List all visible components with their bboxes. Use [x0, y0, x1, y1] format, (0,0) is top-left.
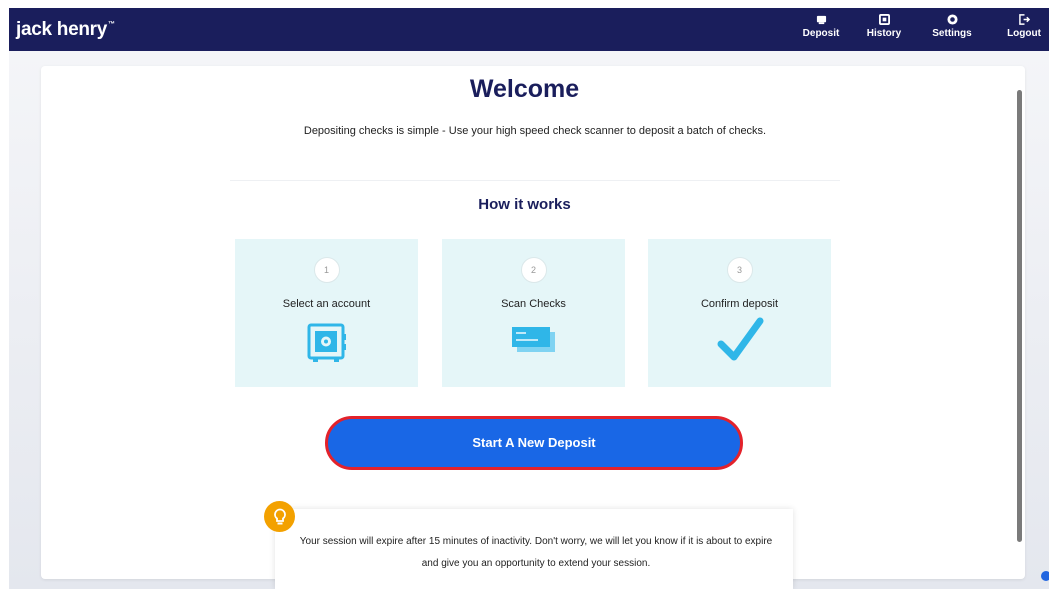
step-number: 3 — [726, 257, 753, 283]
brand-name: jack henry — [16, 19, 107, 40]
lightbulb-icon — [264, 501, 295, 532]
nav-history[interactable]: History — [858, 14, 910, 48]
logout-icon — [1018, 14, 1030, 25]
trademark-mark: ™ — [108, 21, 115, 28]
step-card-scan-checks: 2 Scan Checks — [442, 239, 625, 387]
session-notice: Your session will expire after 15 minute… — [275, 509, 793, 589]
nav-logout[interactable]: Logout — [998, 14, 1049, 48]
nav-deposit[interactable]: Deposit — [795, 14, 847, 48]
deposit-icon — [816, 15, 826, 25]
step-label: Confirm deposit — [700, 298, 779, 310]
step-label: Select an account — [282, 298, 371, 310]
gear-icon — [946, 14, 958, 25]
nav-settings[interactable]: Settings — [926, 14, 978, 48]
start-new-deposit-button[interactable]: Start A New Deposit — [325, 416, 743, 470]
section-divider — [230, 180, 840, 181]
nav-settings-label: Settings — [932, 28, 972, 39]
nav-history-label: History — [866, 28, 902, 39]
page-title: Welcome — [469, 75, 580, 103]
help-icon[interactable] — [1041, 571, 1049, 581]
session-notice-text: Your session will expire after 15 minute… — [299, 536, 773, 569]
intro-text: Depositing checks is simple - Use your h… — [303, 125, 767, 137]
safe-icon — [307, 323, 346, 362]
nav-logout-label: Logout — [1007, 28, 1041, 39]
checkmark-icon — [717, 317, 763, 361]
brand-logo[interactable]: jack henry™ — [16, 19, 115, 41]
step-number: 2 — [520, 257, 547, 283]
checks-icon — [511, 327, 555, 352]
step-card-select-account: 1 Select an account — [235, 239, 418, 387]
top-navigation-bar: jack henry™ Deposit History Settings Log… — [9, 8, 1049, 51]
step-label: Scan Checks — [501, 298, 566, 310]
how-it-works-heading: How it works — [478, 196, 571, 213]
step-card-confirm-deposit: 3 Confirm deposit — [648, 239, 831, 387]
step-number: 1 — [313, 257, 340, 283]
history-icon — [878, 14, 890, 25]
nav-deposit-label: Deposit — [802, 28, 840, 39]
vertical-scrollbar[interactable] — [1017, 90, 1022, 542]
